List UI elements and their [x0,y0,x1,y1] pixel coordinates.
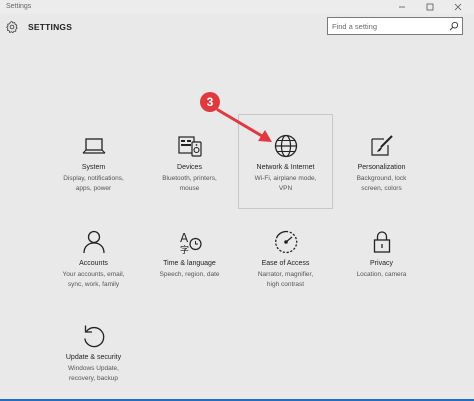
tile-description: Background, lock screen, colors [356,175,407,192]
tile-description: Bluetooth, printers, mouse [162,175,217,192]
time-language-icon: A字 [177,229,203,255]
close-icon [454,3,462,11]
svg-text:字: 字 [180,244,189,255]
refresh-icon [81,323,107,349]
tile-devices[interactable]: Devices Bluetooth, printers, mouse [142,115,237,210]
annotation-badge: 3 [200,92,220,112]
tile-description: Display, notifications, apps, power [63,175,124,192]
laptop-icon [81,133,107,159]
paint-brush-icon [369,133,395,159]
minimize-button[interactable] [388,0,416,14]
search-box[interactable] [327,17,463,35]
devices-icon [177,133,203,159]
maximize-icon [426,3,434,11]
tile-system[interactable]: System Display, notifications, apps, powe… [46,115,141,210]
tile-update-security[interactable]: Update & security Windows Update, recover… [46,305,141,400]
tile-title: Time & language [163,260,216,267]
close-button[interactable] [444,0,472,14]
tile-personalization[interactable]: Personalization Background, lock screen, … [334,115,429,210]
ease-of-access-icon [273,229,299,255]
tile-network-internet[interactable]: Network & Internet Wi-Fi, airplane mode,… [238,114,333,209]
search-input[interactable] [332,18,444,34]
tile-title: Devices [177,164,202,171]
gear-icon[interactable] [5,20,19,34]
tile-title: Update & security [65,354,122,361]
tile-accounts[interactable]: Accounts Your accounts, email, sync, work… [46,211,141,306]
maximize-button[interactable] [416,0,444,14]
tile-time-language[interactable]: A字 Time & language Speech, region, date [142,211,237,306]
tile-description: Windows Update, recovery, backup [68,365,119,382]
tile-title: Network & Internet [256,164,315,171]
tile-title: Privacy [370,260,393,267]
page-title: SETTINGS [28,22,73,32]
tile-ease-of-access[interactable]: Ease of Access Narrator, magnifier, high … [238,211,333,306]
lock-icon [369,229,395,255]
person-icon [81,229,107,255]
tile-description: Wi-Fi, airplane mode, VPN [254,175,317,192]
tile-description: Narrator, magnifier, high contrast [257,271,314,288]
svg-text:A: A [180,231,189,245]
window-title: Settings [6,3,32,10]
minimize-icon [399,6,405,8]
tile-title: Ease of Access [261,260,310,267]
tile-title: System [81,164,106,171]
globe-icon [273,133,299,159]
search-icon[interactable] [449,21,459,31]
tile-privacy[interactable]: Privacy Location, camera [334,211,429,306]
tile-description: Speech, region, date [159,271,220,278]
tile-title: Accounts [79,260,108,267]
tile-description: Your accounts, email, sync, work, family [62,271,125,288]
tile-description: Location, camera [356,271,407,278]
title-bar: Settings [0,0,474,14]
tile-title: Personalization [357,164,406,171]
